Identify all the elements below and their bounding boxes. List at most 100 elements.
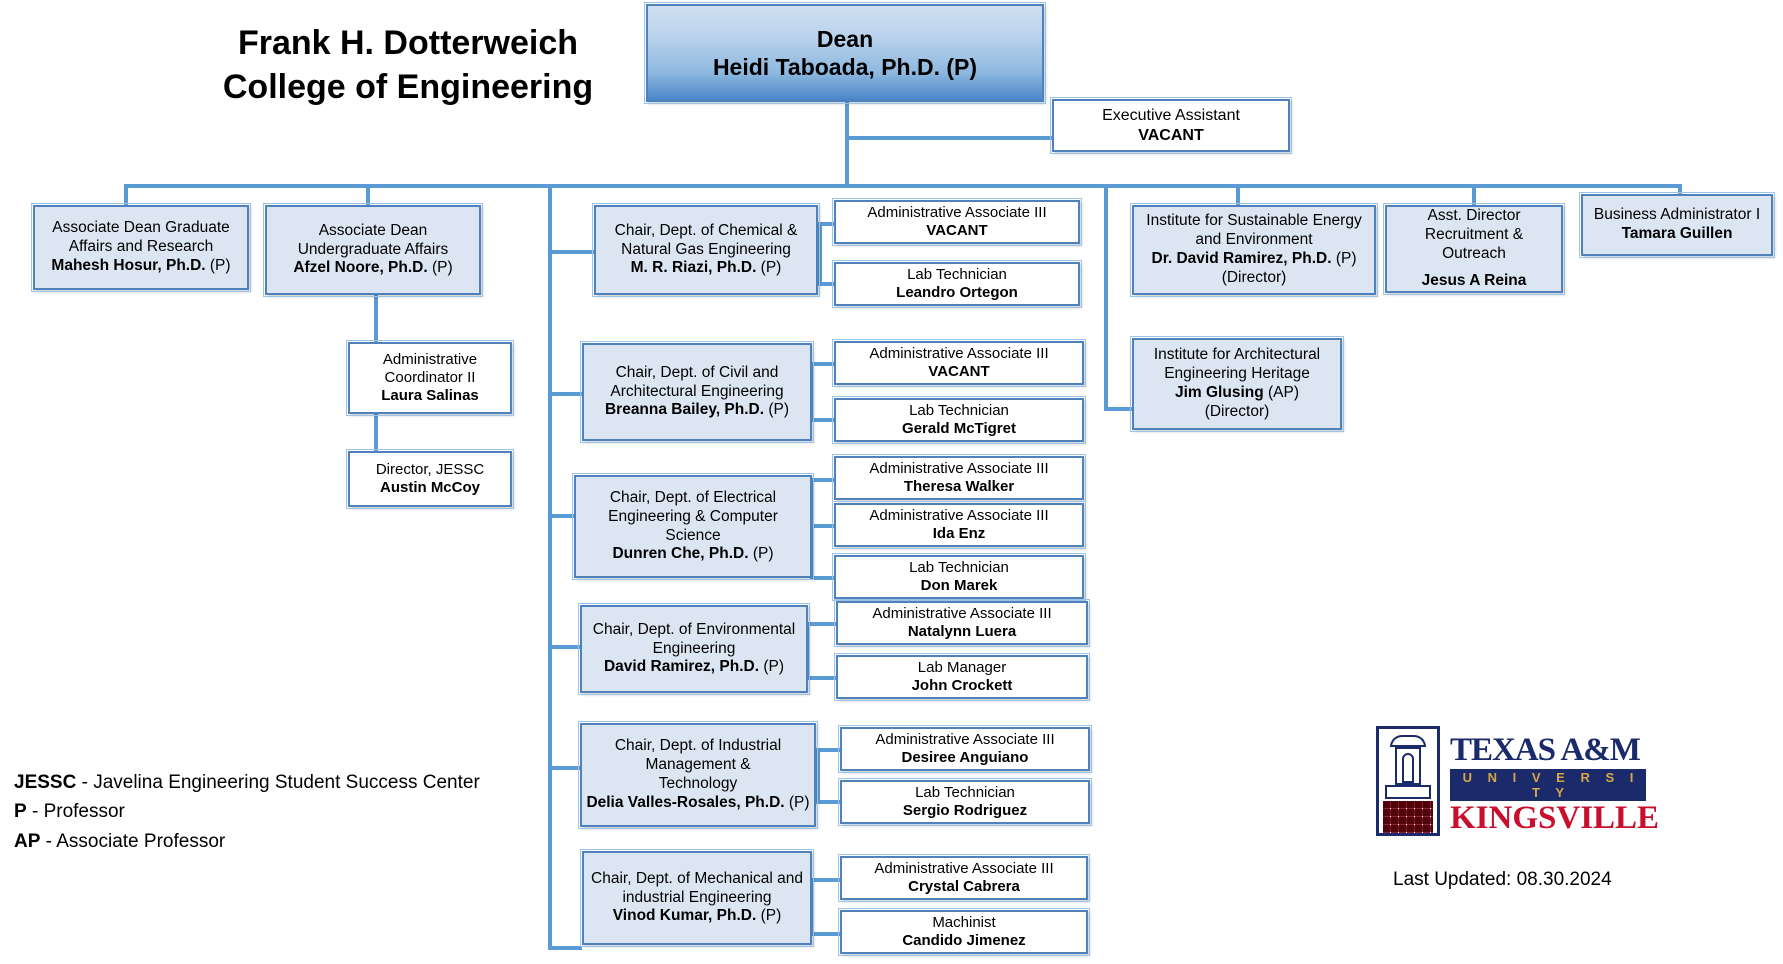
dept-1-name: M. R. Riazi, Ph.D. (P) [630, 259, 782, 277]
connector-drop-asst-director [1472, 184, 1476, 206]
seal-arch-icon [1402, 753, 1414, 783]
institute-1-role-line2: and Environment [1195, 231, 1313, 249]
org-chart-canvas: Frank H. Dotterweich College of Engineer… [0, 0, 1783, 964]
connector-dept1-staff-stem [818, 222, 822, 284]
legend-key-ap: AP [14, 830, 41, 852]
legend-dash-2: - [40, 830, 57, 852]
node-dept-chair-environmental[interactable]: Chair, Dept. of Environmental Engineerin… [578, 603, 810, 695]
legend-text-jessc: Javelina Engineering Student Success Cen… [93, 772, 480, 793]
node-dean-name: Heidi Taboada, Ph.D. (P) [712, 54, 978, 80]
dept-1-staff-2-name: Leandro Ortegon [896, 284, 1018, 301]
seal-bricks-icon [1383, 801, 1433, 833]
page-title-line2: College of Engineering [222, 67, 594, 106]
institute-2-role-line1: Institute for Architectural [1153, 346, 1321, 364]
connector-to-dept-1 [548, 250, 594, 254]
connector-to-dept-4 [548, 645, 580, 649]
connector-dept1-staff-2 [818, 282, 834, 286]
node-executive-assistant[interactable]: Executive Assistant VACANT [1050, 97, 1292, 154]
dept-6-staff-2-role: Machinist [932, 913, 996, 931]
node-exec-assistant-name: VACANT [1138, 126, 1204, 144]
admin-coordinator-role-line2: Coordinator II [384, 368, 476, 386]
assoc-dean-2-name: Afzel Noore, Ph.D. (P) [293, 259, 453, 277]
node-dept-6-staff-2[interactable]: Machinist Candido Jimenez [838, 908, 1090, 956]
node-dept-3-staff-3[interactable]: Lab Technician Don Marek [832, 553, 1086, 601]
dept-6-name: Vinod Kumar, Ph.D. (P) [612, 907, 782, 925]
connector-to-dept-2 [548, 392, 582, 396]
node-asst-director-recruitment[interactable]: Asst. Director Recruitment & Outreach Je… [1383, 203, 1565, 295]
node-exec-assistant-role: Executive Assistant [1102, 106, 1240, 124]
node-dept-4-staff-1[interactable]: Administrative Associate III Natalynn Lu… [834, 599, 1090, 647]
node-dept-6-staff-1[interactable]: Administrative Associate III Crystal Cab… [838, 854, 1090, 902]
node-associate-dean-undergraduate[interactable]: Associate Dean Undergraduate Affairs Afz… [263, 203, 483, 297]
node-institute-sustainable-energy[interactable]: Institute for Sustainable Energy and Env… [1130, 203, 1378, 297]
legend-item-associate-professor: AP - Associate Professor [14, 827, 480, 856]
logo-wordmark: TEXAS A&M U N I V E R S I T Y KINGSVILLE [1450, 734, 1659, 836]
dept-2-staff-2-role: Lab Technician [909, 401, 1009, 419]
node-dept-chair-mechanical[interactable]: Chair, Dept. of Mechanical and industria… [580, 849, 814, 947]
dept-3-staff-1-name: Theresa Walker [903, 478, 1015, 495]
dept-6-staff-1-role: Administrative Associate III [874, 859, 1054, 877]
connector-dept2-staff-1 [810, 362, 834, 366]
assoc-dean-1-role-line1: Associate Dean Graduate [52, 219, 230, 237]
texas-am-kingsville-logo: TEXAS A&M U N I V E R S I T Y KINGSVILLE [1376, 726, 1659, 842]
node-dept-chair-chemical[interactable]: Chair, Dept. of Chemical & Natural Gas E… [592, 203, 820, 297]
node-dept-2-staff-2[interactable]: Lab Technician Gerald McTigret [832, 396, 1086, 444]
dept-5-role-line3: Technology [658, 775, 738, 792]
connector-dept5-staff-1 [816, 748, 840, 752]
dept-6-staff-2-name: Candido Jimenez [902, 932, 1026, 949]
logo-university: U N I V E R S I T Y [1450, 769, 1646, 801]
dept-5-staff-2-role: Lab Technician [915, 783, 1015, 801]
dept-2-staff-1-name: VACANT [928, 363, 990, 380]
node-dept-1-staff-1[interactable]: Administrative Associate III VACANT [832, 198, 1082, 246]
node-business-administrator[interactable]: Business Administrator I Tamara Guillen [1579, 192, 1775, 258]
node-dept-chair-electrical[interactable]: Chair, Dept. of Electrical Engineering &… [572, 473, 814, 580]
legend-text-associate-professor: Associate Professor [56, 830, 226, 852]
dept-2-role-line2: Architectural Engineering [610, 382, 784, 400]
node-administrative-coordinator[interactable]: Administrative Coordinator II Laura Sali… [346, 340, 514, 416]
node-dept-2-staff-1[interactable]: Administrative Associate III VACANT [832, 339, 1086, 387]
node-dept-chair-industrial-mgmt[interactable]: Chair, Dept. of Industrial Management & … [578, 721, 818, 829]
connector-dept3-staff-3 [810, 576, 834, 580]
node-associate-dean-graduate[interactable]: Associate Dean Graduate Affairs and Rese… [31, 203, 251, 292]
dept-1-role-line2: Natural Gas Engineering [621, 240, 791, 258]
assoc-dean-2-role-line1: Associate Dean [318, 221, 428, 239]
institute-1-name: Dr. David Ramirez, Ph.D. (P) [1151, 250, 1357, 267]
asst-director-role-line2: Recruitment & Outreach [1424, 226, 1524, 262]
connector-drop-assoc-dean-1 [124, 184, 128, 206]
legend-dash-1: - [26, 801, 44, 823]
node-dept-5-staff-1[interactable]: Administrative Associate III Desiree Ang… [838, 725, 1092, 773]
connector-dept5-staff-2 [816, 800, 840, 804]
node-dean[interactable]: Dean Heidi Taboada, Ph.D. (P) [644, 2, 1046, 104]
node-dept-3-staff-1[interactable]: Administrative Associate III Theresa Wal… [832, 454, 1086, 502]
connector-dept4-staff-1 [806, 622, 836, 626]
institute-2-sub: (Director) [1204, 402, 1270, 420]
assoc-dean-1-role-line2: Affairs and Research [68, 238, 214, 256]
jessc-director-name: Austin McCoy [379, 479, 480, 496]
institute-2-name: Jim Glusing (AP) [1174, 384, 1300, 401]
node-dean-role: Dean [816, 25, 874, 52]
node-dept-4-staff-2[interactable]: Lab Manager John Crockett [834, 653, 1090, 701]
connector-dean-stem [845, 100, 849, 186]
node-director-jessc[interactable]: Director, JESSC Austin McCoy [346, 449, 514, 509]
connector-dept6-staff-1 [810, 878, 840, 882]
dept-4-staff-1-name: Natalynn Luera [907, 623, 1017, 640]
dept-2-role-line1: Chair, Dept. of Civil and [615, 363, 779, 381]
dept-4-staff-2-name: John Crockett [911, 677, 1013, 694]
dept-6-role-line1: Chair, Dept. of Mechanical and [591, 869, 803, 887]
page-title: Frank H. Dotterweich College of Engineer… [198, 22, 618, 109]
dept-3-staff-3-name: Don Marek [920, 577, 998, 594]
connector-drop-assoc-dean-2 [366, 184, 370, 206]
connector-to-dept-3 [548, 514, 574, 518]
business-admin-role: Business Administrator I [1593, 206, 1761, 224]
node-dept-3-staff-2[interactable]: Administrative Associate III Ida Enz [832, 501, 1086, 549]
dept-4-role-line2: Engineering [652, 639, 736, 657]
dept-3-staff-2-role: Administrative Associate III [869, 506, 1049, 524]
admin-coordinator-role-line1: Administrative [382, 350, 478, 368]
node-dept-1-staff-2[interactable]: Lab Technician Leandro Ortegon [832, 260, 1082, 308]
asst-director-name: Jesus A Reina [1421, 271, 1527, 289]
node-dept-5-staff-2[interactable]: Lab Technician Sergio Rodriguez [838, 778, 1092, 826]
node-dept-chair-civil[interactable]: Chair, Dept. of Civil and Architectural … [580, 341, 814, 443]
node-institute-architectural-heritage[interactable]: Institute for Architectural Engineering … [1130, 336, 1344, 432]
seal-base-icon [1385, 785, 1431, 799]
dept-4-staff-1-role: Administrative Associate III [872, 604, 1052, 622]
